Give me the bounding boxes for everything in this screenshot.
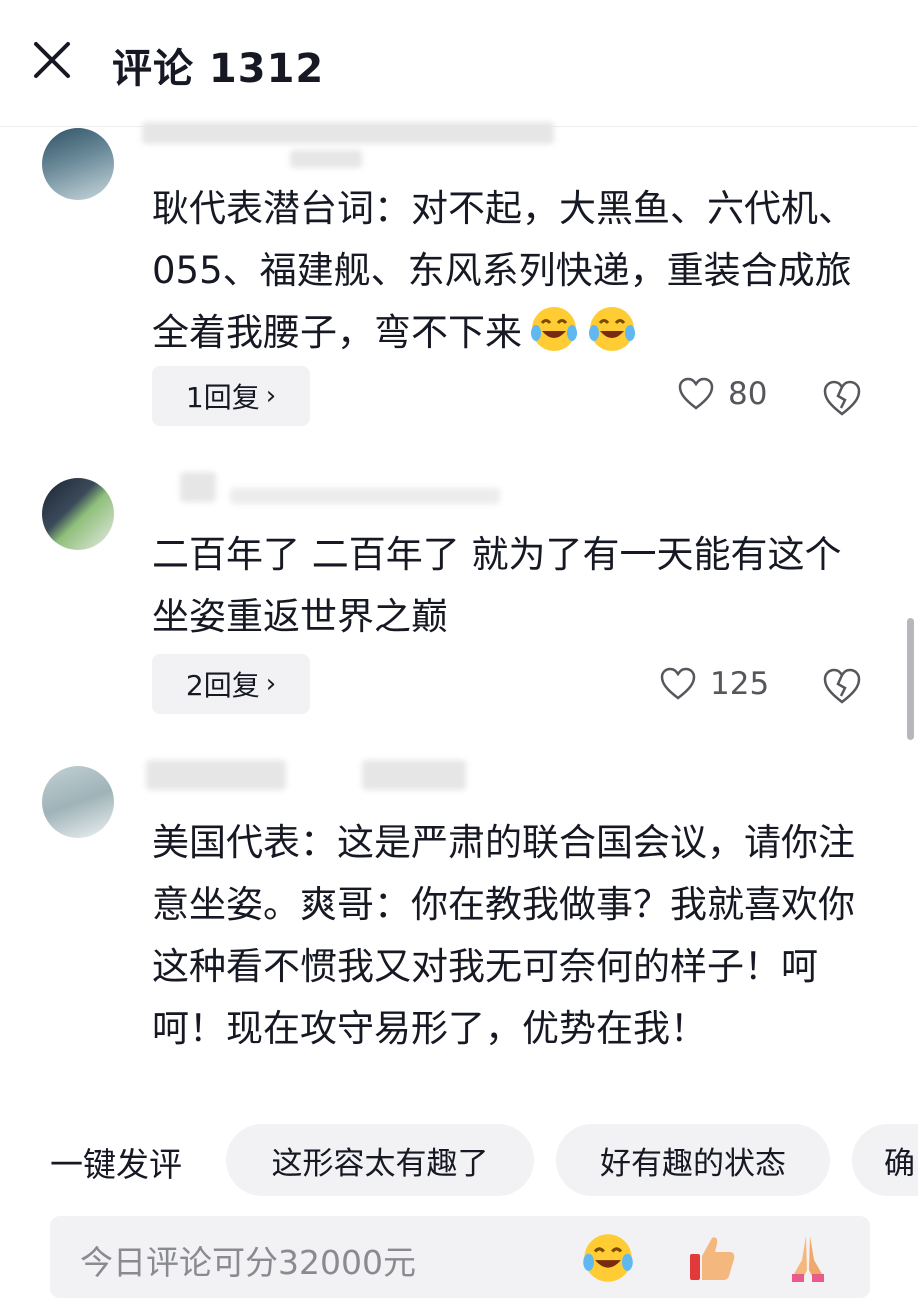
like-button[interactable]: 125 — [660, 666, 769, 702]
broken-heart-icon[interactable] — [822, 666, 862, 706]
page-title: 评论 1312 — [112, 46, 325, 92]
quick-reply-label: 一键发评 — [50, 1145, 182, 1184]
comment-text: 耿代表潜台词：对不起，大黑鱼、六代机、055、福建舰、东风系列快递，重装合成旅全… — [152, 187, 855, 354]
avatar[interactable] — [42, 128, 114, 200]
close-icon[interactable] — [30, 38, 74, 82]
comments-header: 评论 1312 — [0, 0, 918, 127]
laughing-crying-emoji — [589, 307, 635, 351]
quick-reply-chip[interactable]: 确 — [852, 1124, 918, 1196]
blurred-username — [146, 760, 286, 790]
quick-reply-chip[interactable]: 好有趣的状态 — [556, 1124, 830, 1196]
laughing-crying-emoji[interactable] — [580, 1230, 636, 1286]
quick-reply-chip[interactable]: 这形容太有趣了 — [226, 1124, 534, 1196]
blurred-username-extra — [290, 150, 362, 168]
comment-input-placeholder: 今日评论可分32000元 — [80, 1243, 416, 1282]
quick-reply-row: 一键发评 这形容太有趣了 好有趣的状态 确 — [0, 1124, 918, 1200]
blurred-username — [180, 472, 216, 502]
blurred-username — [142, 122, 554, 144]
thumbs-up-emoji[interactable] — [684, 1230, 740, 1286]
comment-text: 美国代表：这是严肃的联合国会议，请你注意坐姿。爽哥：你在教我做事？我就喜欢你这种… — [152, 821, 855, 1050]
praying-hands-emoji[interactable] — [780, 1230, 836, 1286]
blurred-location — [230, 488, 500, 504]
avatar[interactable] — [42, 478, 114, 550]
like-count: 80 — [728, 376, 768, 412]
view-replies-button[interactable]: 1回复 › — [152, 366, 310, 426]
avatar[interactable] — [42, 766, 114, 838]
chevron-right-icon: › — [265, 669, 277, 699]
blurred-location — [362, 760, 466, 790]
like-button[interactable]: 80 — [678, 376, 767, 412]
heart-outline-icon — [678, 377, 714, 410]
broken-heart-icon[interactable] — [822, 378, 862, 418]
scrollbar[interactable] — [907, 618, 914, 740]
heart-outline-icon — [660, 667, 696, 700]
laughing-crying-emoji — [531, 307, 577, 351]
like-count: 125 — [710, 666, 770, 702]
comment-text: 二百年了 二百年了 就为了有一天能有这个坐姿重返世界之巅 — [152, 533, 842, 638]
chevron-right-icon: › — [265, 381, 277, 411]
comment-input[interactable]: 今日评论可分32000元 — [50, 1216, 870, 1298]
view-replies-button[interactable]: 2回复 › — [152, 654, 310, 714]
